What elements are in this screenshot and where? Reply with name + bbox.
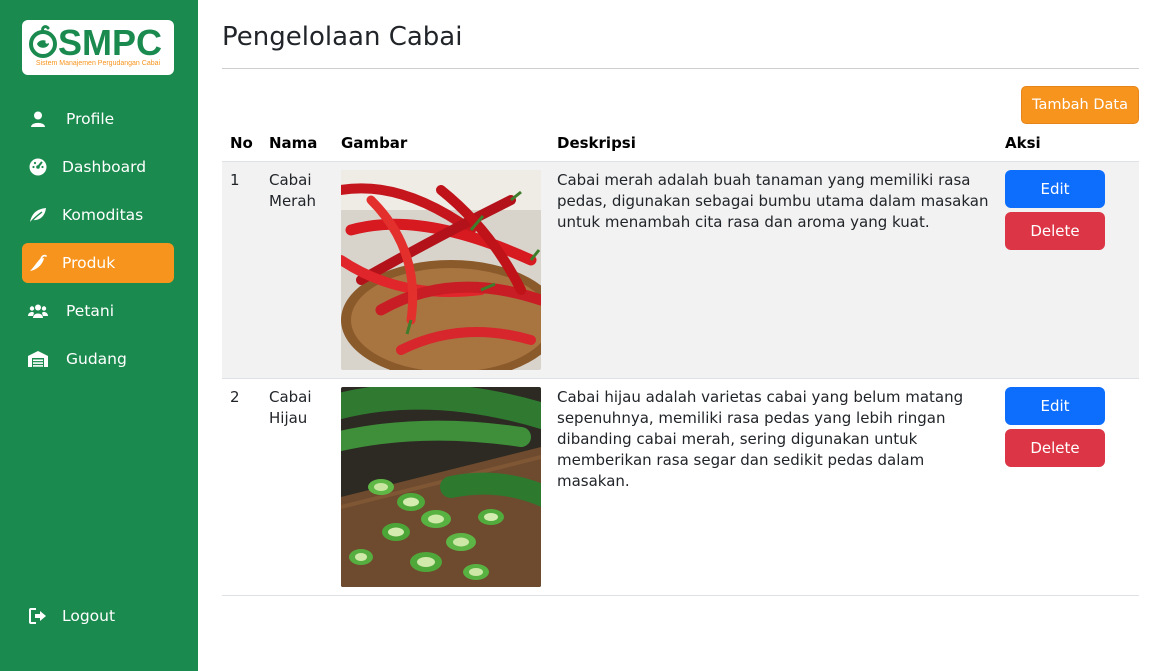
sidebar-item-label: Petani: [66, 302, 115, 320]
red-chili-image: [341, 169, 541, 370]
leaf-icon: [28, 205, 48, 225]
edit-button[interactable]: Edit: [1005, 169, 1105, 208]
header-nama: Nama: [261, 125, 333, 162]
header-deskripsi: Deskripsi: [549, 125, 997, 162]
cell-deskripsi: Cabai hijau adalah varietas cabai yang b…: [549, 378, 997, 596]
sidebar-item-petani[interactable]: Petani: [22, 291, 174, 331]
warehouse-icon: [28, 349, 48, 369]
sidebar-item-label: Produk: [62, 254, 116, 272]
logout-button[interactable]: Logout: [22, 596, 174, 636]
dashboard-icon: [28, 157, 48, 177]
table-row: 2 Cabai Hijau Cabai hijau adalah varieta…: [222, 378, 1139, 596]
sidebar-item-gudang[interactable]: Gudang: [22, 339, 174, 379]
cell-nama: Cabai Hijau: [261, 378, 333, 596]
sidebar-item-dashboard[interactable]: Dashboard: [22, 147, 174, 187]
sidebar-item-label: Gudang: [66, 350, 127, 368]
cell-gambar: [333, 378, 549, 596]
title-divider: [222, 68, 1139, 69]
header-aksi: Aksi: [997, 125, 1139, 162]
sidebar-item-profile[interactable]: Profile: [22, 99, 174, 139]
delete-button[interactable]: Delete: [1005, 428, 1105, 467]
chili-icon: [28, 253, 48, 273]
add-data-button[interactable]: Tambah Data: [1021, 86, 1139, 124]
header-gambar: Gambar: [333, 125, 549, 162]
sidebar: SMPC Sistem Manajemen Pergudangan Cabai …: [0, 0, 198, 671]
sidebar-item-komoditas[interactable]: Komoditas: [22, 195, 174, 235]
cell-aksi: Edit Delete: [997, 161, 1139, 379]
header-no: No: [222, 125, 261, 162]
logout-icon: [28, 606, 48, 626]
users-icon: [28, 301, 48, 321]
cell-gambar: [333, 161, 549, 379]
cell-deskripsi: Cabai merah adalah buah tanaman yang mem…: [549, 161, 997, 379]
cell-aksi: Edit Delete: [997, 378, 1139, 596]
sidebar-item-label: Profile: [66, 110, 115, 128]
logo-text: SMPC: [58, 22, 163, 63]
page-title: Pengelolaan Cabai: [222, 22, 463, 52]
edit-button[interactable]: Edit: [1005, 386, 1105, 425]
user-icon: [28, 109, 48, 129]
table-header-row: No Nama Gambar Deskripsi Aksi: [222, 125, 1139, 162]
cell-nama: Cabai Merah: [261, 161, 333, 379]
sidebar-item-produk[interactable]: Produk: [22, 243, 174, 283]
logout-label: Logout: [62, 607, 116, 625]
sidebar-nav: Profile Dashboard Komoditas Produk Petan…: [22, 99, 174, 387]
sidebar-item-label: Dashboard: [62, 158, 147, 176]
logo-subtitle: Sistem Manajemen Pergudangan Cabai: [35, 60, 161, 67]
delete-button[interactable]: Delete: [1005, 211, 1105, 250]
product-table: No Nama Gambar Deskripsi Aksi 1 Cabai Me…: [222, 125, 1139, 596]
chili-logo-icon: [29, 25, 57, 58]
cell-no: 2: [222, 378, 261, 596]
app-logo[interactable]: SMPC Sistem Manajemen Pergudangan Cabai: [22, 20, 174, 75]
green-chili-image: [341, 386, 541, 587]
cell-no: 1: [222, 161, 261, 379]
table-row: 1 Cabai Merah Cabai merah adalah buah ta…: [222, 161, 1139, 379]
sidebar-item-label: Komoditas: [62, 206, 144, 224]
